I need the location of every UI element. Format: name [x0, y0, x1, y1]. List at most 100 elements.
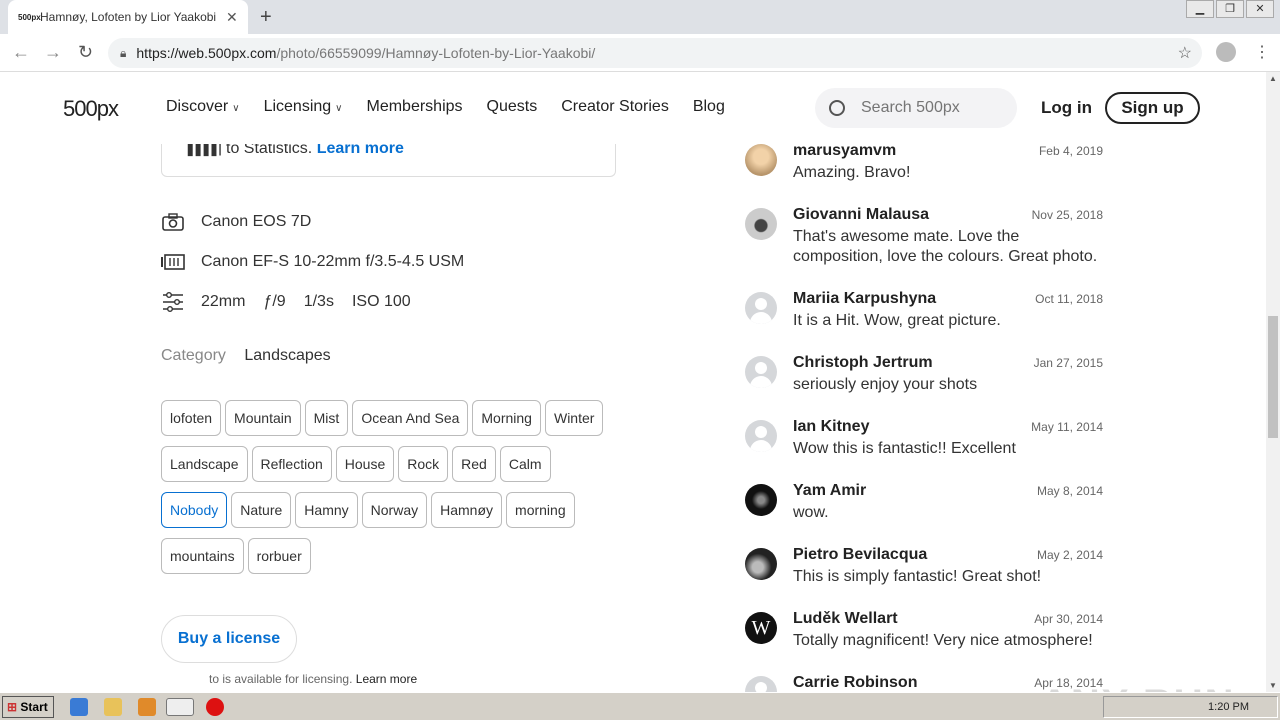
nav-blog[interactable]: Blog — [693, 98, 725, 116]
avatar[interactable] — [745, 548, 777, 580]
tag[interactable]: Rock — [398, 446, 449, 482]
page-scrollbar[interactable]: ▲ ▼ — [1266, 72, 1280, 692]
lens-icon — [161, 252, 185, 272]
nav-licensing[interactable]: Licensing ∨ — [264, 98, 343, 116]
search-icon — [829, 100, 845, 116]
tag[interactable]: Calm — [499, 446, 551, 482]
tag-list: lofoten Mountain Mist Ocean And Sea Morn… — [161, 400, 621, 584]
signup-button[interactable]: Sign up — [1105, 92, 1200, 124]
tag[interactable]: Nature — [231, 492, 292, 528]
nav-quests[interactable]: Quests — [487, 98, 538, 116]
opera-icon[interactable] — [206, 698, 224, 716]
browser-tab-bar: 500px Hamnøy, Lofoten by Lior Yaakobi / … — [0, 0, 1280, 34]
search-box[interactable] — [815, 88, 1017, 128]
avatar[interactable] — [745, 208, 777, 240]
comment-text: It is a Hit. Wow, great picture. — [793, 312, 1001, 329]
tag[interactable]: Reflection — [251, 446, 332, 482]
url-host: https://web.500px.com — [136, 45, 277, 61]
back-icon[interactable]: ← — [12, 42, 30, 63]
comment-text: This is simply fantastic! Great shot! — [793, 568, 1042, 585]
buy-license-button[interactable]: Buy a license — [161, 615, 297, 663]
scroll-down-icon[interactable]: ▼ — [1269, 681, 1277, 690]
folder-icon[interactable] — [104, 698, 122, 716]
comment-text: Wow this is fantastic!! Excellent — [793, 440, 1016, 457]
camera-model[interactable]: Canon EOS 7D — [201, 213, 311, 231]
comment-author[interactable]: Carrie Robinson — [793, 674, 917, 692]
comment-date: Nov 25, 2018 — [1031, 208, 1103, 222]
avatar[interactable] — [745, 292, 777, 324]
sliders-icon — [161, 292, 185, 312]
avatar[interactable] — [745, 356, 777, 388]
comment-author[interactable]: Pietro Bevilacqua — [793, 546, 927, 564]
ie-icon[interactable] — [70, 698, 88, 716]
nav-creator-stories[interactable]: Creator Stories — [561, 98, 669, 116]
comment-text: seriously enjoy your shots — [793, 376, 978, 393]
minimize-icon[interactable]: ▁ — [1186, 0, 1214, 18]
comment-author[interactable]: Yam Amir — [793, 482, 866, 500]
tag[interactable]: House — [335, 446, 395, 482]
browser-tab[interactable]: 500px Hamnøy, Lofoten by Lior Yaakobi / … — [8, 0, 248, 34]
comment-date: May 2, 2014 — [1036, 548, 1103, 562]
comment-date: May 8, 2014 — [1036, 484, 1103, 498]
category-value[interactable]: Landscapes — [244, 347, 330, 364]
nav-discover[interactable]: Discover ∨ — [166, 98, 240, 116]
chevron-down-icon: ∨ — [232, 103, 240, 114]
nav-memberships[interactable]: Memberships — [367, 98, 463, 116]
system-tray: 1:20 PM — [1103, 696, 1278, 718]
site-logo[interactable]: 500px — [63, 96, 119, 122]
login-link[interactable]: Log in — [1041, 98, 1092, 118]
comment-author[interactable]: Christoph Jertrum — [793, 354, 933, 372]
tag[interactable]: Norway — [361, 492, 428, 528]
search-input[interactable] — [861, 99, 1011, 117]
comment-author[interactable]: Mariia Karpushyna — [793, 290, 936, 308]
comment-text: wow. — [793, 504, 829, 521]
tag[interactable]: Winter — [544, 400, 604, 436]
lens-model[interactable]: Canon EF-S 10-22mm f/3.5-4.5 USM — [201, 253, 464, 271]
tag[interactable]: mountains — [161, 538, 244, 574]
avatar[interactable] — [745, 144, 777, 176]
clock: 1:20 PM — [1208, 701, 1249, 713]
scroll-thumb[interactable] — [1268, 316, 1278, 438]
tag[interactable]: Morning — [472, 400, 541, 436]
comment-date: Feb 4, 2019 — [1038, 144, 1103, 158]
tag[interactable]: rorbuer — [247, 538, 311, 574]
forward-icon[interactable]: → — [44, 42, 62, 63]
close-window-icon[interactable]: ✕ — [1246, 0, 1274, 18]
media-player-icon[interactable] — [138, 698, 156, 716]
license-note: to is available for licensing. Learn mor… — [209, 672, 418, 686]
comment-date: Apr 30, 2014 — [1034, 612, 1103, 626]
tag[interactable]: Hamnøy — [431, 492, 503, 528]
favicon-icon: 500px — [18, 12, 41, 22]
comment-author[interactable]: Luděk Wellart — [793, 610, 898, 628]
tag[interactable]: morning — [506, 492, 575, 528]
bookmark-star-icon[interactable]: ☆ — [1178, 43, 1192, 63]
tag[interactable]: Mist — [304, 400, 349, 436]
comment-author[interactable]: marusyamvm — [793, 142, 896, 160]
start-button[interactable]: ⊞ Start — [2, 696, 54, 718]
avatar[interactable] — [745, 420, 777, 452]
comment-author[interactable]: Ian Kitney — [793, 418, 869, 436]
tag[interactable]: Ocean And Sea — [352, 400, 469, 436]
avatar[interactable]: W — [745, 612, 777, 644]
close-icon[interactable]: ✕ — [226, 9, 238, 26]
tag[interactable]: lofoten — [161, 400, 222, 436]
kebab-menu-icon[interactable]: ⋮ — [1254, 42, 1270, 62]
chrome-taskbar-button[interactable] — [166, 698, 194, 716]
tag[interactable]: Red — [452, 446, 496, 482]
scroll-up-icon[interactable]: ▲ — [1269, 74, 1277, 83]
comment-text: Totally magnificent! Very nice atmospher… — [793, 632, 1093, 649]
address-bar[interactable]: 🔒︎ https://web.500px.com/photo/66559099/… — [108, 38, 1202, 68]
restore-icon[interactable]: ❐ — [1216, 0, 1244, 18]
avatar[interactable] — [745, 676, 777, 692]
comment-author[interactable]: Giovanni Malausa — [793, 206, 929, 224]
tag-active[interactable]: Nobody — [161, 492, 228, 528]
license-learn-more-link[interactable]: Learn more — [356, 672, 417, 686]
tag[interactable]: Mountain — [225, 400, 301, 436]
new-tab-icon[interactable]: + — [260, 6, 272, 29]
profile-icon[interactable] — [1216, 42, 1236, 62]
reload-icon[interactable]: ↻ — [78, 42, 93, 63]
tag[interactable]: Landscape — [161, 446, 248, 482]
camera-icon — [161, 212, 185, 232]
avatar[interactable] — [745, 484, 777, 516]
tag[interactable]: Hamny — [295, 492, 358, 528]
